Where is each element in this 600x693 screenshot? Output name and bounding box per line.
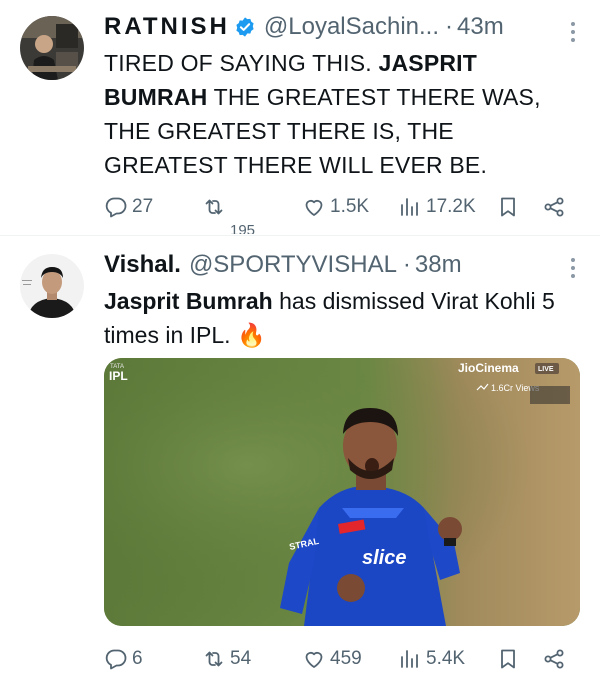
verified-icon — [236, 17, 254, 37]
fire-emoji: 🔥 — [236, 322, 266, 348]
jersey-sponsor-text: slice — [362, 547, 406, 569]
avatar-image — [20, 16, 84, 80]
bookmark-button[interactable] — [496, 190, 520, 224]
avatar-image — [20, 254, 84, 318]
share-icon — [544, 649, 564, 669]
reply-icon — [105, 197, 127, 218]
separator-dot: · — [445, 13, 454, 40]
like-icon — [305, 199, 323, 216]
retweet-count: 54 — [230, 648, 252, 669]
retweet-icon — [205, 199, 223, 215]
broadcaster-label: JioCinema — [458, 361, 519, 375]
share-button[interactable] — [542, 642, 566, 676]
reply-count: 6 — [132, 648, 143, 669]
tweet-text: Jasprit Bumrah has dismissed Virat Kohli… — [104, 284, 576, 352]
league-logo: IPL — [109, 369, 128, 383]
like-count: 1.5K — [330, 196, 370, 217]
retweet-count-overflow: 195 — [230, 222, 256, 234]
views-icon — [401, 198, 418, 216]
display-name[interactable]: Vishal. — [104, 251, 181, 279]
bookmark-icon — [501, 649, 515, 669]
reply-icon — [105, 649, 127, 670]
tweet-header: RATNISH @LoyalSachin... · 43m — [104, 11, 580, 43]
display-name[interactable]: RATNISH — [104, 13, 230, 41]
like-icon — [305, 651, 323, 668]
avatar[interactable] — [20, 16, 84, 80]
reply-count: 27 — [132, 196, 154, 217]
avatar[interactable] — [20, 254, 84, 318]
handle[interactable]: @LoyalSachin... — [264, 13, 439, 41]
tweet-vishal[interactable]: Vishal. @SPORTYVISHAL · 38m Jasprit Bumr… — [0, 237, 600, 693]
like-button[interactable]: 459 — [302, 642, 362, 676]
reply-button[interactable]: 27 — [104, 190, 153, 224]
tweet-header: Vishal. @SPORTYVISHAL · 38m — [104, 249, 580, 281]
live-badge: LIVE — [538, 366, 554, 373]
more-icon[interactable] — [570, 258, 576, 278]
tweet-divider — [0, 235, 600, 236]
retweet-button[interactable]: 54 — [202, 642, 251, 676]
views-icon — [401, 650, 418, 668]
retweet-button[interactable] — [202, 190, 230, 224]
timestamp[interactable]: 43m — [457, 13, 504, 41]
tweet-media-image[interactable]: slice STRAL TATA IPL JioCinema LIVE 1.6C… — [104, 358, 580, 626]
retweet-icon — [205, 651, 223, 667]
action-bar: 6 54 459 5.4K — [104, 642, 578, 676]
views-button[interactable]: 17.2K — [398, 190, 476, 224]
separator-dot: · — [402, 251, 411, 278]
views-count: 17.2K — [426, 196, 476, 217]
like-count: 459 — [330, 648, 362, 669]
bookmark-icon — [501, 197, 515, 217]
like-button[interactable]: 1.5K — [302, 190, 369, 224]
cricket-celebration-image: slice STRAL TATA IPL JioCinema LIVE 1.6C… — [104, 358, 580, 626]
handle[interactable]: @SPORTYVISHAL — [189, 251, 397, 279]
share-icon — [544, 197, 564, 217]
bookmark-button[interactable] — [496, 642, 520, 676]
tweet-text: TIRED OF SAYING THIS. JASPRIT BUMRAH THE… — [104, 46, 576, 182]
share-button[interactable] — [542, 190, 566, 224]
action-bar: 27 1.5K 17.2K — [104, 190, 578, 224]
timestamp[interactable]: 38m — [415, 251, 462, 279]
more-icon[interactable] — [570, 22, 576, 42]
tweet-ratnish[interactable]: RATNISH @LoyalSachin... · 43m TIRED OF S… — [0, 0, 600, 236]
tweet-text-bold: Jasprit Bumrah — [104, 288, 273, 314]
views-count: 5.4K — [426, 648, 466, 669]
reply-button[interactable]: 6 — [104, 642, 143, 676]
views-button[interactable]: 5.4K — [398, 642, 465, 676]
tweet-text-part: TIRED OF SAYING THIS. — [104, 50, 379, 76]
